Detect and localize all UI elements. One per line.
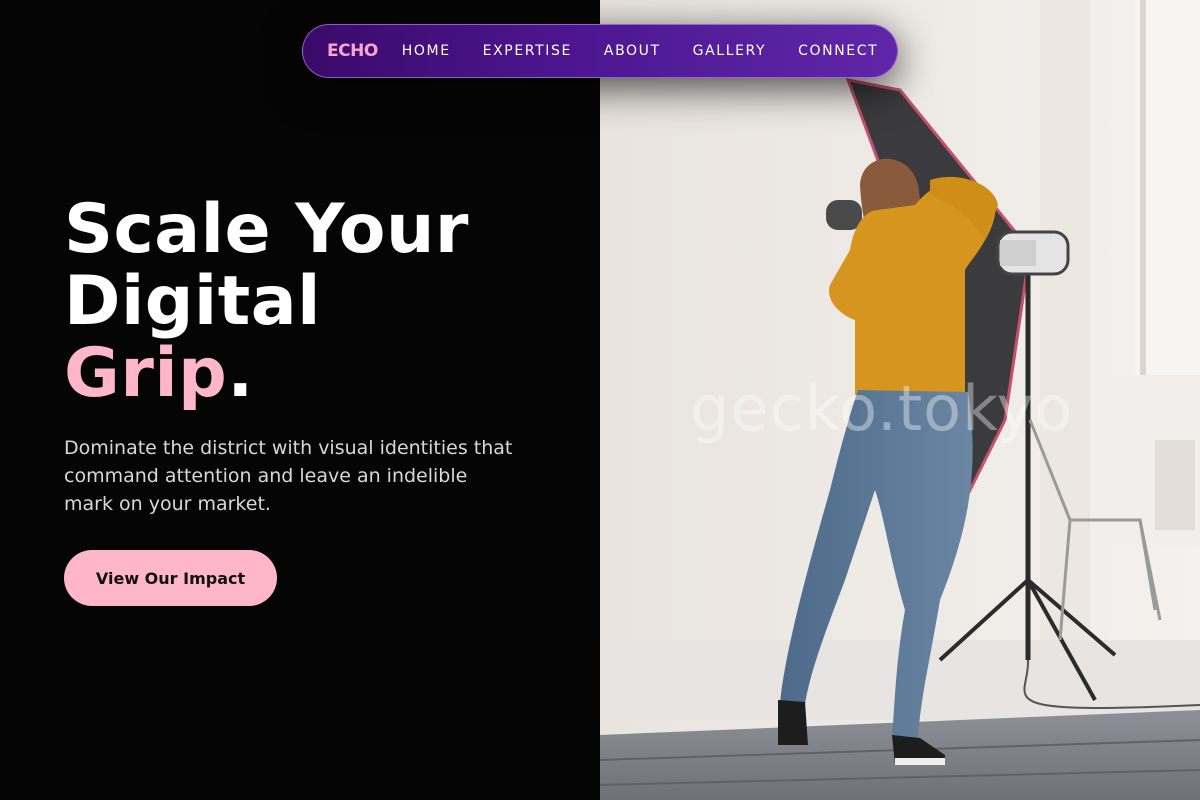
hero-subtitle: Dominate the district with visual identi… [64,437,513,515]
nav-link-connect[interactable]: CONNECT [798,43,878,59]
top-navigation: ECHO HOME EXPERTISE ABOUT GALLERY CONNEC… [302,24,898,78]
hero-title-line1: Scale Your [64,190,469,269]
hero-title-period: . [227,334,254,413]
hero-image-panel [600,0,1200,800]
nav-link-expertise[interactable]: EXPERTISE [483,43,572,59]
hero-title-accent: Grip [64,334,228,413]
hero-title: Scale Your Digital Grip. [64,194,469,410]
nav-link-home[interactable]: HOME [402,43,451,59]
nav-link-about[interactable]: ABOUT [604,43,661,59]
nav-link-gallery[interactable]: GALLERY [693,43,766,59]
studio-photo [600,0,1200,800]
brand-logo[interactable]: ECHO [327,41,378,61]
hero-title-line2: Digital [64,262,321,341]
view-impact-button[interactable]: View Our Impact [64,550,277,606]
